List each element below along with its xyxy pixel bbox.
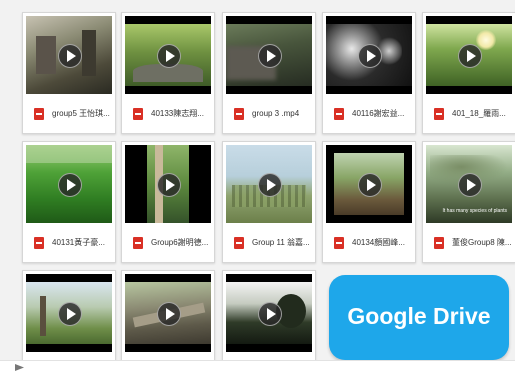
video-thumbnail[interactable] <box>26 274 112 352</box>
file-card[interactable]: 40134顏國峰... <box>322 141 416 263</box>
video-thumbnail[interactable] <box>326 16 412 94</box>
google-drive-button[interactable]: Google Drive <box>329 275 509 360</box>
file-card[interactable] <box>222 270 316 362</box>
video-thumbnail[interactable] <box>125 274 211 352</box>
file-card[interactable]: 40116謝宏益... <box>322 12 416 134</box>
play-icon[interactable] <box>157 173 181 197</box>
video-file-icon <box>34 237 44 249</box>
drive-file-grid: group5 王怡琪... 40133陳志翔... group 3 .mp4 4… <box>0 0 515 362</box>
scroll-arrow-icon[interactable] <box>15 364 24 371</box>
play-icon[interactable] <box>58 44 82 68</box>
file-name[interactable]: 401_18_羅雨... <box>452 107 512 121</box>
file-name[interactable]: 40131黃子豪... <box>52 236 112 250</box>
video-thumbnail[interactable] <box>125 145 211 223</box>
file-card[interactable]: Group 11 翁嘉... <box>222 141 316 263</box>
file-card[interactable]: 401_18_羅雨... <box>422 12 515 134</box>
file-name[interactable]: group 3 .mp4 <box>252 107 312 121</box>
file-card[interactable]: 40133陳志翔... <box>121 12 215 134</box>
file-card[interactable] <box>22 270 116 362</box>
video-thumbnail[interactable] <box>226 16 312 94</box>
play-icon[interactable] <box>258 44 282 68</box>
video-thumbnail[interactable] <box>125 16 211 94</box>
play-icon[interactable] <box>258 302 282 326</box>
play-icon[interactable] <box>58 173 82 197</box>
file-card[interactable]: group5 王怡琪... <box>22 12 116 134</box>
file-name[interactable]: group5 王怡琪... <box>52 107 112 121</box>
play-icon[interactable] <box>458 173 482 197</box>
file-name[interactable]: Group 11 翁嘉... <box>252 236 312 250</box>
video-thumbnail[interactable] <box>226 274 312 352</box>
video-thumbnail[interactable] <box>26 16 112 94</box>
video-file-icon <box>133 108 143 120</box>
play-icon[interactable] <box>258 173 282 197</box>
video-file-icon <box>434 108 444 120</box>
video-file-icon <box>34 108 44 120</box>
horizontal-scrollbar[interactable] <box>0 360 515 374</box>
video-file-icon <box>234 108 244 120</box>
file-card[interactable]: Group6謝明德... <box>121 141 215 263</box>
video-thumbnail[interactable] <box>26 145 112 223</box>
file-name[interactable]: Group6謝明德... <box>151 236 211 250</box>
video-file-icon <box>133 237 143 249</box>
file-card[interactable]: group 3 .mp4 <box>222 12 316 134</box>
video-thumbnail[interactable] <box>426 16 512 94</box>
file-name[interactable]: 40134顏國峰... <box>352 236 412 250</box>
play-icon[interactable] <box>358 44 382 68</box>
video-file-icon <box>234 237 244 249</box>
file-name[interactable]: 40133陳志翔... <box>151 107 211 121</box>
play-icon[interactable] <box>157 44 181 68</box>
video-file-icon <box>334 108 344 120</box>
play-icon[interactable] <box>358 173 382 197</box>
file-card[interactable]: It has many species of plants 董俊Group8 陳… <box>422 141 515 263</box>
google-drive-label: Google Drive <box>347 303 491 329</box>
video-file-icon <box>434 237 444 249</box>
video-thumbnail[interactable]: It has many species of plants <box>426 145 512 223</box>
video-caption: It has many species of plants <box>442 208 507 214</box>
play-icon[interactable] <box>58 302 82 326</box>
video-thumbnail[interactable] <box>226 145 312 223</box>
play-icon[interactable] <box>458 44 482 68</box>
video-thumbnail[interactable] <box>326 145 412 223</box>
file-name[interactable]: 董俊Group8 陳... <box>452 236 512 250</box>
file-name[interactable]: 40116謝宏益... <box>352 107 412 121</box>
video-file-icon <box>334 237 344 249</box>
file-card[interactable]: 40131黃子豪... <box>22 141 116 263</box>
play-icon[interactable] <box>157 302 181 326</box>
file-card[interactable] <box>121 270 215 362</box>
